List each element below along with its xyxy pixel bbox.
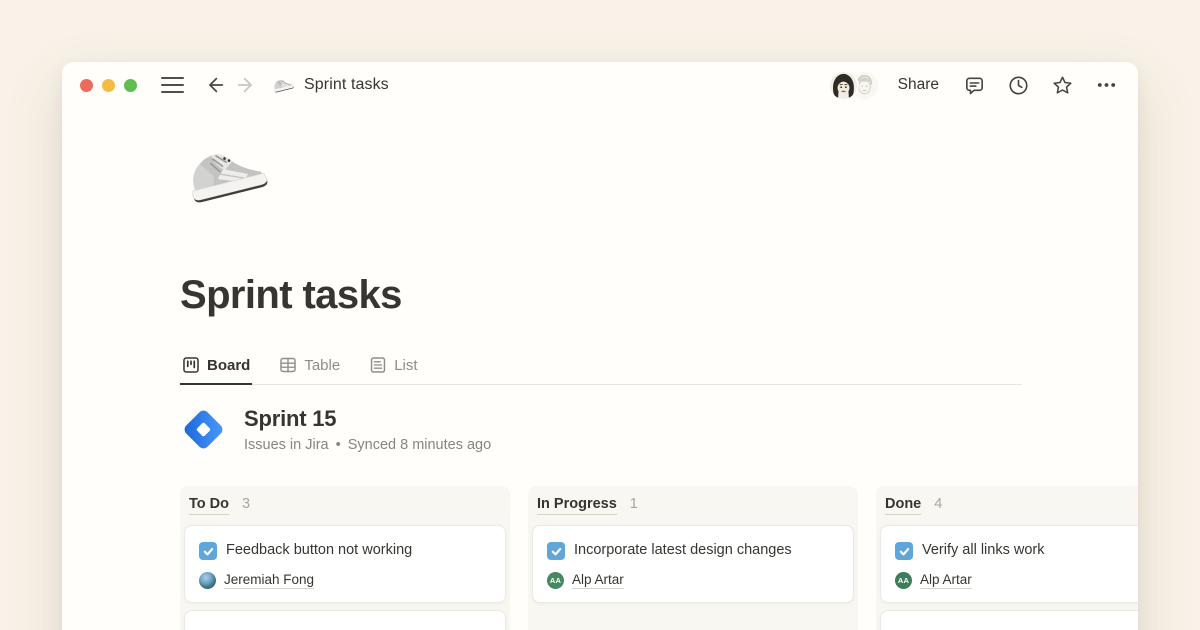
minimize-window-button[interactable] (102, 79, 115, 92)
card-title: Feedback button not working (199, 539, 491, 561)
column-count: 3 (242, 496, 250, 512)
page-icon-sneaker[interactable] (180, 128, 272, 220)
window-topbar: Sprint tasks (62, 62, 1138, 108)
board-column: Done 4 Verify all links work AA Alp Artar (876, 486, 1138, 630)
db-sync-status: Synced 8 minutes ago (348, 437, 491, 453)
close-window-button[interactable] (80, 79, 93, 92)
column-name[interactable]: To Do (189, 496, 229, 515)
ellipsis-icon[interactable] (1095, 74, 1118, 97)
board-card[interactable]: Verify all links work AA Alp Artar (880, 525, 1138, 603)
column-header: In Progress 1 (532, 490, 854, 525)
db-source: Issues in Jira (244, 437, 329, 453)
sneaker-icon (271, 73, 295, 97)
board-card[interactable]: Feedback button not working Jeremiah Fong (184, 525, 506, 603)
tab-list[interactable]: List (367, 350, 419, 384)
card-title: Verify all links work (895, 539, 1138, 561)
linked-database-header: Sprint 15 Issues in Jira • Synced 8 minu… (180, 406, 1138, 453)
table-icon (279, 356, 297, 374)
assignee-name[interactable]: Alp Artar (920, 572, 972, 589)
comment-icon[interactable] (963, 74, 986, 97)
task-checkbox-checked[interactable] (199, 542, 217, 560)
forward-arrow-icon[interactable] (235, 74, 257, 96)
board-icon (182, 356, 200, 374)
collaborator-avatars (830, 72, 878, 99)
tab-table[interactable]: Table (277, 350, 342, 384)
zoom-window-button[interactable] (124, 79, 137, 92)
assignee-avatar-initials: AA (895, 572, 912, 589)
assignee: AA Alp Artar (547, 572, 839, 589)
card-title-text: Verify all links work (922, 542, 1044, 558)
board-card[interactable]: Incorporate latest design changes AA Alp A… (532, 525, 854, 603)
card-title: Incorporate latest design changes (547, 539, 839, 561)
page-title[interactable]: Sprint tasks (180, 270, 1138, 320)
column-name[interactable]: Done (885, 496, 921, 515)
board-column: In Progress 1 Incorporate latest design ch… (528, 486, 858, 630)
view-tabs: Board Table List (180, 350, 1022, 385)
board: To Do 3 Feedback button not working Jeremia… (180, 486, 1138, 630)
assignee-avatar-initials: AA (547, 572, 564, 589)
back-arrow-icon[interactable] (204, 74, 226, 96)
avatar[interactable] (830, 72, 857, 99)
linked-database-caption: Issues in Jira • Synced 8 minutes ago (244, 437, 491, 453)
breadcrumb-page-title[interactable]: Sprint tasks (304, 76, 389, 94)
column-name[interactable]: In Progress (537, 496, 617, 515)
assignee-name[interactable]: Jeremiah Fong (224, 572, 314, 589)
star-icon[interactable] (1051, 74, 1074, 97)
card-title-text: Incorporate latest design changes (574, 542, 792, 558)
window-controls (80, 79, 137, 92)
clock-icon[interactable] (1007, 74, 1030, 97)
task-checkbox-checked[interactable] (895, 542, 913, 560)
db-separator: • (336, 437, 341, 453)
linked-database-titles: Sprint 15 Issues in Jira • Synced 8 minu… (244, 406, 491, 453)
linked-database-title[interactable]: Sprint 15 (244, 406, 491, 432)
menu-icon[interactable] (161, 77, 184, 94)
assignee-name[interactable]: Alp Artar (572, 572, 624, 589)
assignee: AA Alp Artar (895, 572, 1138, 589)
page-content: Sprint tasks Board Table (62, 128, 1138, 630)
list-icon (369, 356, 387, 374)
board-card-partial[interactable] (880, 610, 1138, 630)
column-count: 4 (934, 496, 942, 512)
app-window: Sprint tasks (62, 62, 1138, 630)
assignee-avatar-photo (199, 572, 216, 589)
column-header: Done 4 (880, 490, 1138, 525)
column-header: To Do 3 (184, 490, 506, 525)
task-checkbox-checked[interactable] (547, 542, 565, 560)
jira-logo (180, 406, 227, 453)
share-button[interactable]: Share (898, 76, 939, 94)
board-column: To Do 3 Feedback button not working Jeremia… (180, 486, 510, 630)
tab-board[interactable]: Board (180, 350, 252, 385)
card-title-text: Feedback button not working (226, 542, 412, 558)
assignee: Jeremiah Fong (199, 572, 491, 589)
board-card-partial[interactable] (184, 610, 506, 630)
column-count: 1 (630, 496, 638, 512)
